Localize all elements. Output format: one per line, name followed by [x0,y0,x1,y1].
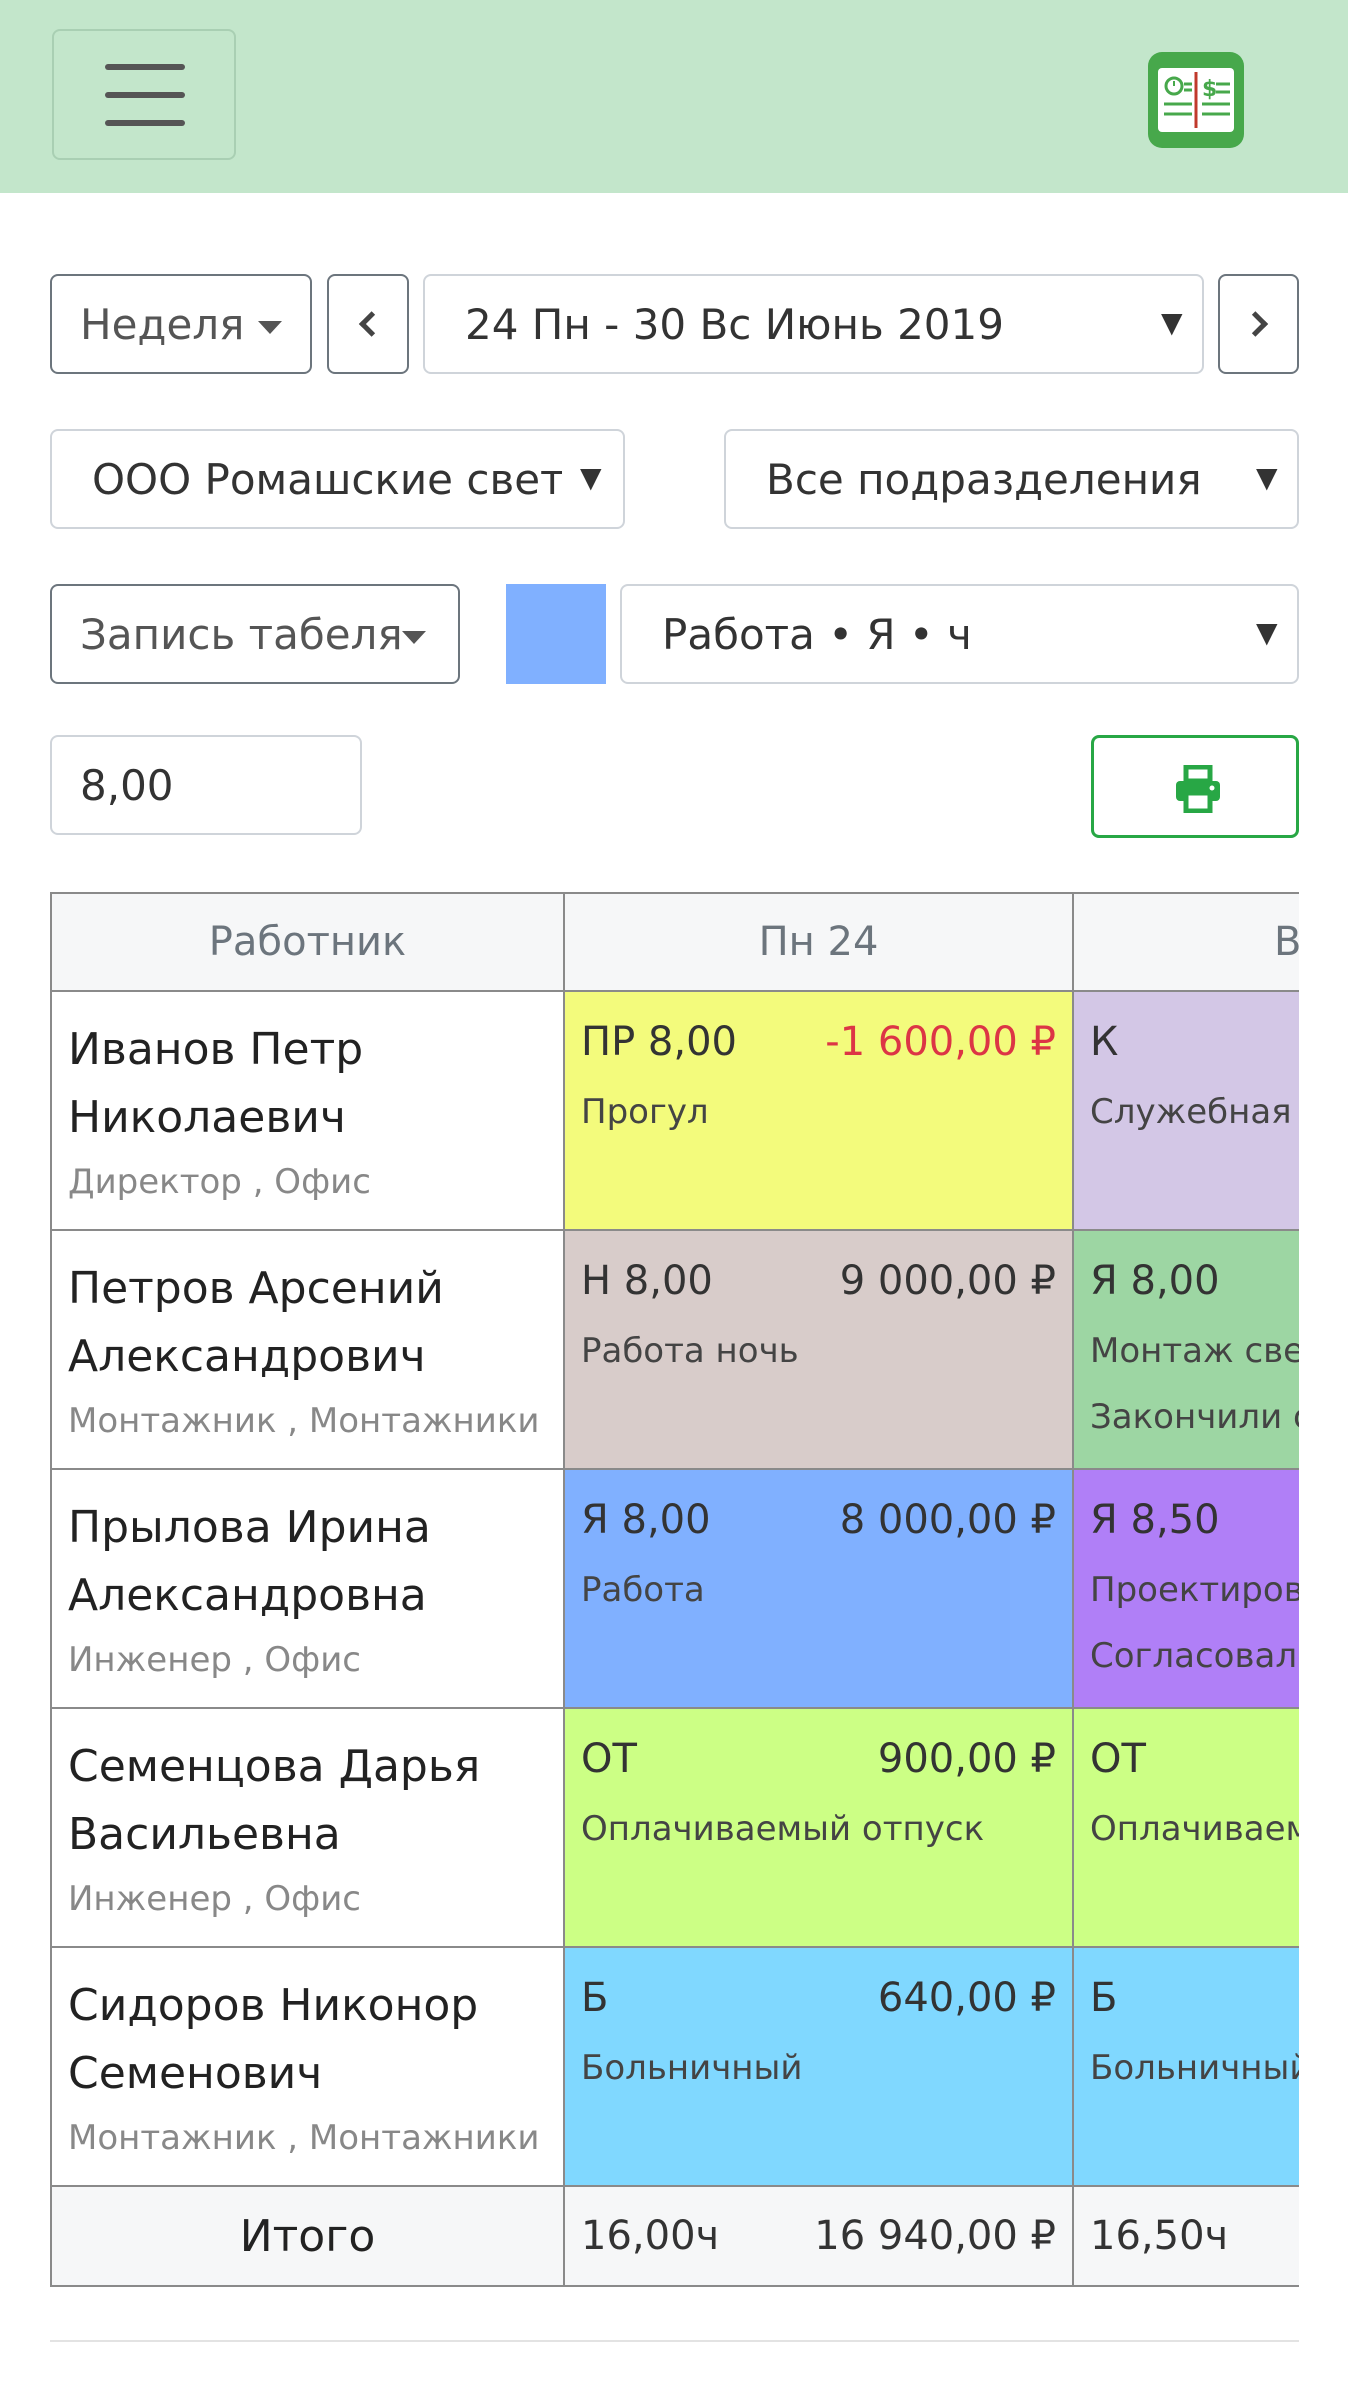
table-row: Иванов Петр Николаевич Директор , Офис П… [50,990,1299,1231]
entry-amount: 9 000,00 ₽ [839,1258,1056,1304]
entry-amount: 640,00 ₽ [877,1975,1056,2021]
employee-cell[interactable]: Семенцова Дарья Васильевна Инженер , Офи… [50,1707,565,1948]
table-row: Сидоров Никонор Семенович Монтажник , Мо… [50,1946,1299,2187]
employee-cell[interactable]: Иванов Петр Николаевич Директор , Офис [50,990,565,1231]
entry-code: ОТ [1090,1736,1146,1782]
entry-amount: 900,00 ₽ [877,1736,1056,1782]
mode-select[interactable]: Запись табеля [50,584,460,684]
header-day-1[interactable]: Пн 24 [563,892,1074,992]
print-button[interactable] [1091,735,1299,838]
entry-description: Работа [581,1570,705,1610]
entry-code: ПР 8,00 [581,1019,737,1065]
day-cell[interactable]: К Служебная к [1072,990,1299,1231]
day-cell[interactable]: Б Больничный [1072,1946,1299,2187]
total-cell: 16,00ч 16 940,00 ₽ [563,2185,1074,2287]
day-cell[interactable]: ОТ Оплачиваем [1072,1707,1299,1948]
caret-down-icon: ▼ [580,461,602,494]
day-cell[interactable]: ОТ 900,00 ₽ Оплачиваемый отпуск [563,1707,1074,1948]
next-period-button[interactable] [1218,274,1299,374]
employee-position: Инженер , Офис [68,1640,361,1680]
entry-code: ОТ [581,1736,637,1782]
entry-description: Прогул [581,1092,709,1132]
employee-name: Иванов Петр Николаевич [68,1024,364,1143]
caret-down-icon: ▼ [1256,616,1278,649]
date-range-select[interactable]: 24 Пн - 30 Вс Июнь 2019 ▼ [423,274,1204,374]
day-cell[interactable]: ПР 8,00 -1 600,00 ₽ Прогул [563,990,1074,1231]
day-cell[interactable]: Я 8,00 Монтаж свет Закончили с [1072,1229,1299,1470]
employee-cell[interactable]: Сидоров Никонор Семенович Монтажник , Мо… [50,1946,565,2187]
entry-code: К [1090,1019,1119,1065]
day-cell[interactable]: Я 8,50 Проектирова Согласовали [1072,1468,1299,1709]
entry-amount: -1 600,00 ₽ [825,1019,1056,1065]
department-select[interactable]: Все подразделения ▼ [724,429,1299,529]
employee-name: Прылова Ирина Александровна [68,1502,431,1621]
period-select[interactable]: Неделя [50,274,312,374]
hours-input[interactable]: 8,00 [50,735,362,835]
entry-code: Я 8,50 [1090,1497,1220,1543]
entry-code: Б [581,1975,609,2021]
employee-name: Петров Арсений Александрович [68,1263,444,1382]
top-navbar: $ [0,0,1348,193]
total-row: Итого 16,00ч 16 940,00 ₽ 16,50ч [50,2185,1299,2287]
header-day-2[interactable]: В [1072,892,1299,992]
day-cell[interactable]: Н 8,00 9 000,00 ₽ Работа ночь [563,1229,1074,1470]
employee-position: Инженер , Офис [68,1879,361,1919]
employee-position: Монтажник , Монтажники [68,1401,540,1441]
work-type-select[interactable]: Работа • Я • ч ▼ [620,584,1299,684]
entry-description: Проектирова [1090,1570,1299,1610]
prev-period-button[interactable] [327,274,409,374]
total-cell: 16,50ч [1072,2185,1299,2287]
entry-code: Я 8,00 [1090,1258,1220,1304]
table-row: Прылова Ирина Александровна Инженер , Оф… [50,1468,1299,1709]
total-hours: 16,50ч [1090,2213,1229,2259]
entry-comment: Согласовали [1090,1636,1299,1676]
entry-description: Служебная к [1090,1092,1299,1132]
work-type-color-swatch[interactable] [506,584,606,684]
entry-description: Монтаж свет [1090,1331,1299,1371]
employee-name: Сидоров Никонор Семенович [68,1980,479,2099]
divider [50,2340,1299,2342]
company-select[interactable]: ООО Ромашские свет ▼ [50,429,625,529]
employee-name: Семенцова Дарья Васильевна [68,1741,481,1860]
total-hours: 16,00ч [581,2213,720,2259]
total-label: Итого [50,2185,565,2287]
caret-down-icon: ▼ [1256,461,1278,494]
entry-description: Больничный [581,2048,803,2088]
entry-comment: Закончили с [1090,1397,1299,1437]
entry-description: Больничный [1090,2048,1299,2088]
entry-description: Работа ночь [581,1331,799,1371]
hamburger-icon [105,64,185,70]
entry-code: Н 8,00 [581,1258,713,1304]
timesheet-table: Работник Пн 24 В Иванов Петр Николаевич … [50,892,1299,2288]
svg-text:$: $ [1202,77,1217,102]
employee-cell[interactable]: Прылова Ирина Александровна Инженер , Оф… [50,1468,565,1709]
employee-position: Директор , Офис [68,1162,371,1202]
table-row: Семенцова Дарья Васильевна Инженер , Офи… [50,1707,1299,1948]
entry-description: Оплачиваемый отпуск [581,1809,985,1849]
menu-toggle-button[interactable] [52,29,236,160]
caret-down-icon [258,321,282,334]
entry-code: Б [1090,1975,1118,2021]
chevron-left-icon [358,311,385,337]
header-employee: Работник [50,892,565,992]
employee-position: Монтажник , Монтажники [68,2118,540,2158]
timesheet-logo-icon[interactable]: $ [1148,52,1244,148]
caret-down-icon [402,631,426,644]
day-cell[interactable]: Я 8,00 8 000,00 ₽ Работа [563,1468,1074,1709]
caret-down-icon: ▼ [1161,306,1183,339]
day-cell[interactable]: Б 640,00 ₽ Больничный [563,1946,1074,2187]
chevron-right-icon [1242,311,1268,337]
total-amount: 16 940,00 ₽ [814,2213,1056,2259]
printer-icon [1176,765,1220,813]
employee-cell[interactable]: Петров Арсений Александрович Монтажник ,… [50,1229,565,1470]
entry-code: Я 8,00 [581,1497,711,1543]
table-row: Петров Арсений Александрович Монтажник ,… [50,1229,1299,1470]
entry-amount: 8 000,00 ₽ [839,1497,1056,1543]
entry-description: Оплачиваем [1090,1809,1299,1849]
